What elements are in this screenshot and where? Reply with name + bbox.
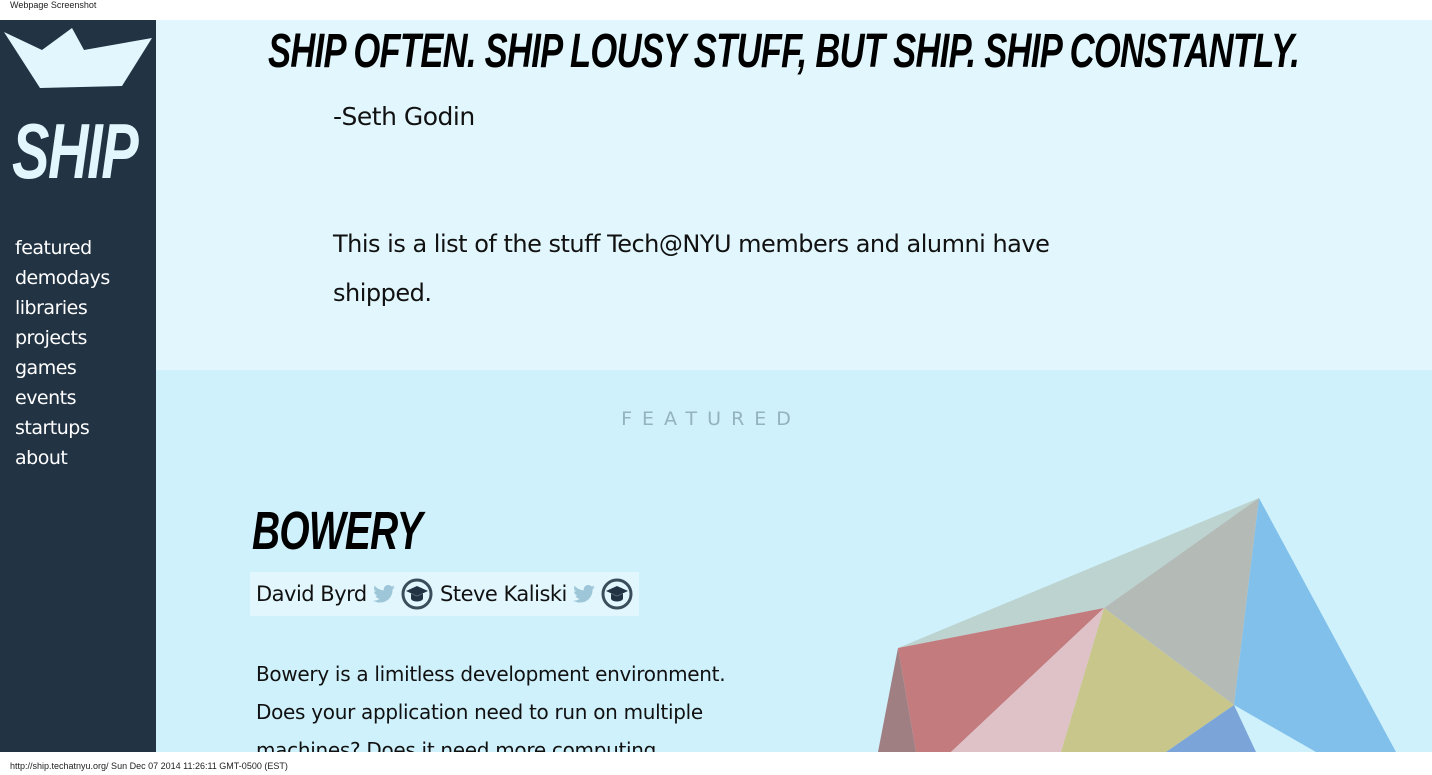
member-name: Steve Kaliski — [440, 582, 567, 606]
hero-section: SHIP OFTEN. SHIP LOUSY STUFF, BUT SHIP. … — [156, 20, 1432, 370]
paper-boat-logo-icon[interactable] — [4, 28, 154, 90]
nav-item-games[interactable]: games — [15, 356, 110, 386]
sidebar: SHIP featured demodays libraries project… — [0, 20, 156, 752]
logo-wordmark[interactable]: SHIP — [12, 112, 139, 190]
twitter-icon[interactable] — [372, 585, 395, 603]
screenshot-caption: Webpage Screenshot — [10, 0, 97, 10]
nav-item-demodays[interactable]: demodays — [15, 266, 110, 296]
nav-item-about[interactable]: about — [15, 446, 110, 476]
intro-text: This is a list of the stuff Tech@NYU mem… — [333, 230, 1050, 307]
nav-item-events[interactable]: events — [15, 386, 110, 416]
featured-section: FEATURED BOWERY David Byrd Steve Kaliski… — [156, 370, 1432, 752]
graduation-cap-icon[interactable] — [601, 578, 633, 610]
project-title[interactable]: BOWERY — [252, 504, 423, 558]
quote-author: -Seth Godin — [333, 102, 475, 131]
project-description: Bowery is a limitless development enviro… — [256, 662, 726, 752]
nav-item-projects[interactable]: projects — [15, 326, 110, 356]
nav-item-startups[interactable]: startups — [15, 416, 110, 446]
member-chip: Steve Kaliski — [434, 572, 639, 616]
page-url-timestamp: http://ship.techatnyu.org/ Sun Dec 07 20… — [10, 761, 288, 771]
sidebar-nav: featured demodays libraries projects gam… — [15, 236, 110, 476]
hero-quote: SHIP OFTEN. SHIP LOUSY STUFF, BUT SHIP. … — [268, 25, 1300, 78]
graduation-cap-icon[interactable] — [401, 578, 433, 610]
member-chip: David Byrd — [250, 572, 439, 616]
nav-item-libraries[interactable]: libraries — [15, 296, 110, 326]
twitter-icon[interactable] — [573, 585, 595, 603]
member-name: David Byrd — [256, 582, 367, 606]
nav-item-featured[interactable]: featured — [15, 236, 110, 266]
featured-heading: FEATURED — [621, 408, 801, 430]
